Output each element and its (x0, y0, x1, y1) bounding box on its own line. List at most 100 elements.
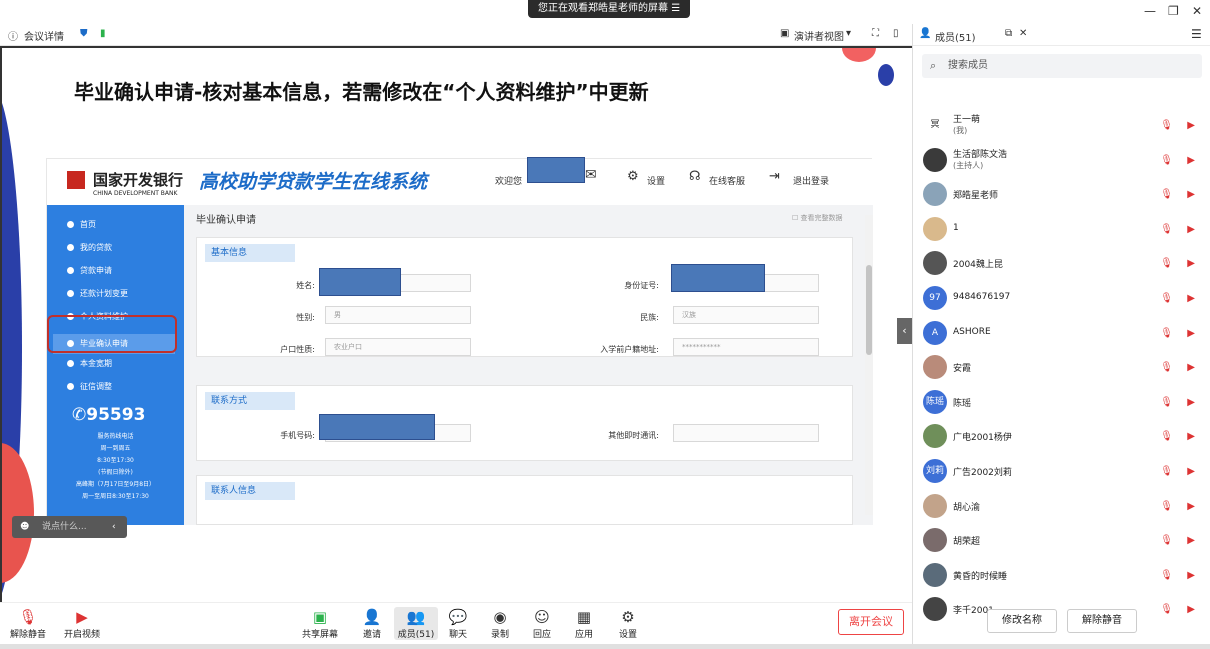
member-row[interactable]: 生活部陈文浩 (主持人) 🎙 ▶ (913, 143, 1210, 177)
chat-input[interactable]: ☻ 说点什么... ‹ (12, 516, 127, 538)
fullscreen-icon[interactable]: ⛶ (872, 28, 879, 39)
camera-off-icon[interactable]: ▶ (1187, 604, 1195, 615)
maximize-button[interactable]: ❐ (1168, 4, 1179, 18)
sidebar-toggle-icon[interactable]: ▯ (893, 28, 899, 39)
member-row[interactable]: 刘莉 广告2002刘莉 🎙 ▶ (913, 454, 1210, 488)
chevron-left-icon[interactable]: ‹ (112, 516, 116, 538)
invite-button[interactable]: 👤 邀请 (352, 607, 392, 640)
gender-field[interactable]: 男 (325, 306, 471, 324)
camera-off-icon[interactable]: ▶ (1187, 224, 1195, 235)
chevron-down-icon[interactable]: ▾ (846, 28, 851, 39)
members-button[interactable]: 👥 成员(51) (394, 607, 438, 640)
scroll-thumb[interactable] (866, 265, 872, 355)
camera-off-icon[interactable]: ▶ (1187, 155, 1195, 166)
close-panel-icon[interactable]: ✕ (1019, 28, 1027, 39)
camera-off-icon[interactable]: ▶ (1187, 397, 1195, 408)
member-row[interactable]: 2004魏上昆 🎙 ▶ (913, 246, 1210, 280)
leave-meeting-button[interactable]: 离开会议 (838, 609, 904, 635)
logout-link[interactable]: 退出登录 (793, 174, 829, 187)
shield-icon[interactable]: ⛊ (80, 28, 88, 39)
logout-icon[interactable]: ⇥ (769, 169, 780, 184)
mic-muted-icon[interactable]: 🎙 (1160, 120, 1173, 131)
member-row[interactable]: 97 9484676197 🎙 ▶ (913, 281, 1210, 315)
mic-muted-icon[interactable]: 🎙 (1160, 570, 1173, 581)
camera-off-icon[interactable]: ▶ (1187, 431, 1195, 442)
apps-button[interactable]: ▦ 应用 (564, 607, 604, 640)
emoji-icon[interactable]: ☻ (20, 516, 29, 538)
camera-off-icon[interactable]: ▶ (1187, 258, 1195, 269)
speaker-view-dropdown[interactable]: 演讲者视图 (794, 28, 844, 43)
meeting-info-link[interactable]: 会议详情 (24, 28, 64, 43)
menu-item-repayment-change[interactable]: 还款计划变更 (67, 288, 128, 299)
menu-item-my-loans[interactable]: 我的贷款 (67, 242, 112, 253)
mail-icon[interactable]: ✉ (585, 167, 597, 183)
popout-icon[interactable]: ⧉ (1005, 28, 1012, 39)
record-button[interactable]: ◉ 录制 (480, 607, 520, 640)
camera-off-icon[interactable]: ▶ (1187, 535, 1195, 546)
member-row[interactable]: 冥王一萌 (我) 🎙 ▶ (913, 108, 1210, 142)
mic-muted-icon[interactable]: 🎙 (1160, 501, 1173, 512)
mic-muted-icon[interactable]: 🎙 (1160, 466, 1173, 477)
mic-muted-icon[interactable]: 🎙 (1160, 397, 1173, 408)
settings-button[interactable]: ⚙ 设置 (608, 607, 648, 640)
member-row[interactable]: 陈瑶 陈瑶 🎙 ▶ (913, 385, 1210, 419)
menu-item-home[interactable]: 首页 (67, 219, 96, 230)
mic-muted-icon[interactable]: 🎙 (1160, 328, 1173, 339)
mic-muted-icon[interactable]: 🎙 (1160, 535, 1173, 546)
member-row[interactable]: 胡心渝 🎙 ▶ (913, 489, 1210, 523)
menu-icon[interactable]: ☰ (1191, 27, 1202, 41)
member-search-input[interactable]: ⌕ 搜索成员 (922, 54, 1202, 78)
view-full-checkbox[interactable]: ☐ 查看完整数据 (792, 213, 843, 223)
headset-icon[interactable]: ☊ (689, 169, 701, 184)
panel-collapse-button[interactable]: ‹ (897, 318, 912, 344)
unmute-button[interactable]: 🎙 解除静音 (8, 607, 48, 640)
member-row[interactable]: A ASHORE 🎙 ▶ (913, 316, 1210, 350)
member-row[interactable]: 黄昏的时候睡 🎙 ▶ (913, 558, 1210, 592)
settings-link[interactable]: 设置 (647, 174, 665, 187)
menu-item-credit[interactable]: 征信调整 (67, 381, 112, 392)
menu-item-loan-apply[interactable]: 贷款申请 (67, 265, 112, 276)
mic-muted-icon[interactable]: 🎙 (1160, 224, 1173, 235)
mic-muted-icon[interactable]: 🎙 (1160, 431, 1173, 442)
ethnicity-field[interactable]: 汉族 (673, 306, 819, 324)
info-icon[interactable]: ⓘ (8, 28, 18, 43)
member-row[interactable]: 李千2001 🎙 ▶ (913, 592, 1210, 626)
bank-scrollbar[interactable] (865, 215, 873, 515)
member-row[interactable]: 胡荣超 🎙 ▶ (913, 523, 1210, 557)
signal-icon[interactable]: ▮ (100, 28, 106, 39)
mic-muted-icon[interactable]: 🎙 (1160, 293, 1173, 304)
screen-share-notice[interactable]: 您正在观看郑皓星老师的屏幕 ☰ (528, 0, 691, 18)
member-row[interactable]: 广电2001杨伊 🎙 ▶ (913, 419, 1210, 453)
rename-button[interactable]: 修改名称 (987, 609, 1057, 633)
camera-off-icon[interactable]: ▶ (1187, 293, 1195, 304)
chat-button[interactable]: 💬 聊天 (438, 607, 478, 640)
online-service-link[interactable]: 在线客服 (709, 174, 745, 187)
menu-item-principal[interactable]: 本金宽期 (67, 358, 112, 369)
hukou-field[interactable]: 农业户口 (325, 338, 471, 356)
share-screen-button[interactable]: ▣ 共享屏幕 (300, 607, 340, 640)
camera-off-icon[interactable]: ▶ (1187, 466, 1195, 477)
react-button[interactable]: ☺ 回应 (522, 607, 562, 640)
member-row[interactable]: 郑皓星老师 🎙 ▶ (913, 177, 1210, 211)
unmute-all-button[interactable]: 解除静音 (1067, 609, 1137, 633)
camera-off-icon[interactable]: ▶ (1187, 570, 1195, 581)
camera-off-icon[interactable]: ▶ (1187, 362, 1195, 373)
mic-muted-icon[interactable]: 🎙 (1160, 189, 1173, 200)
camera-off-icon[interactable]: ▶ (1187, 189, 1195, 200)
close-button[interactable]: ✕ (1192, 4, 1202, 18)
camera-off-icon[interactable]: ▶ (1187, 120, 1195, 131)
address-field[interactable]: *********** (673, 338, 819, 356)
camera-off-icon[interactable]: ▶ (1187, 501, 1195, 512)
mic-muted-icon[interactable]: 🎙 (1160, 155, 1173, 166)
member-row[interactable]: 1 🎙 ▶ (913, 212, 1210, 246)
other-im-field[interactable] (673, 424, 819, 442)
gear-icon[interactable]: ⚙ (627, 169, 639, 184)
mic-muted-icon[interactable]: 🎙 (1160, 362, 1173, 373)
camera-off-icon[interactable]: ▶ (1187, 328, 1195, 339)
minimize-button[interactable]: — (1144, 4, 1156, 18)
member-row[interactable]: 安霞 🎙 ▶ (913, 350, 1210, 384)
start-video-button[interactable]: ▶ 开启视频 (62, 607, 102, 640)
mic-muted-icon[interactable]: 🎙 (1160, 258, 1173, 269)
mic-muted-icon[interactable]: 🎙 (1160, 604, 1173, 615)
layout-icon[interactable]: ▣ (780, 28, 789, 39)
